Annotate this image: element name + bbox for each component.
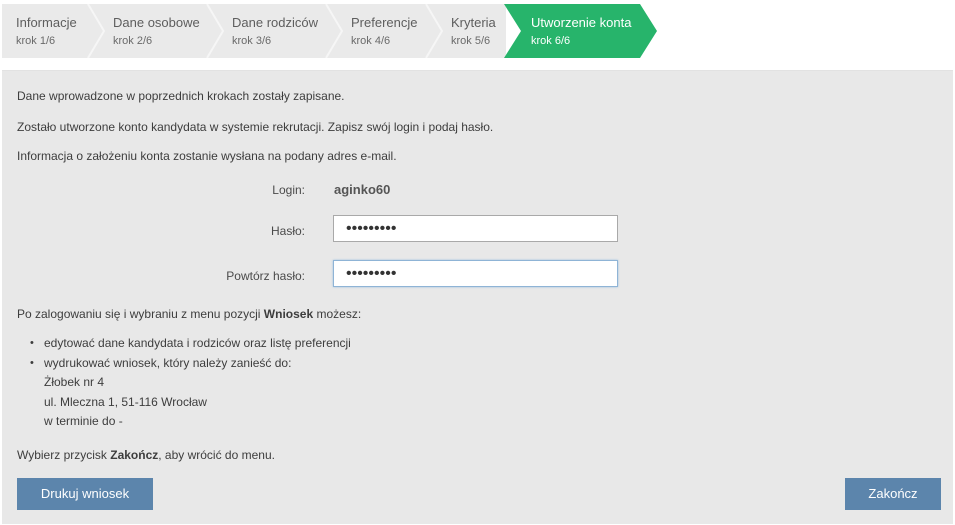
login-value: aginko60 — [334, 182, 391, 197]
nursery-name: Żłobek nr 4 — [44, 375, 105, 389]
step-separator — [206, 4, 225, 58]
list-item: edytować dane kandydata i rodziców oraz … — [30, 334, 351, 354]
step-title: Informacje — [16, 15, 77, 30]
intro-text-end: możesz: — [313, 307, 362, 321]
step-title: Dane rodziców — [232, 15, 318, 30]
password-confirm-label: Powtórz hasło: — [226, 269, 305, 283]
instructions-intro: Po zalogowaniu się i wybraniu z menu poz… — [17, 307, 361, 321]
step-subtitle: krok 1/6 — [16, 35, 56, 47]
step-subtitle: krok 4/6 — [351, 35, 391, 47]
nursery-address: ul. Mleczna 1, 51-116 Wrocław — [44, 394, 207, 409]
deadline: w terminie do - — [44, 414, 123, 428]
finish-text: Wybierz przycisk — [17, 448, 111, 462]
finish-bold-zakoncz: Zakończ — [110, 448, 159, 462]
step-separator — [325, 4, 344, 58]
password-label: Hasło: — [270, 224, 305, 238]
step-utworzenie-konta: Utworzenie konta krok 6/6 — [506, 4, 636, 58]
step-title: Dane osobowe — [113, 15, 200, 30]
finish-text-end: , aby wrócić do menu. — [158, 448, 275, 462]
step-subtitle: krok 3/6 — [232, 35, 272, 47]
list-item: wydrukować wniosek, który należy zanieść… — [30, 354, 351, 374]
finish-instruction: Wybierz przycisk Zakończ, aby wrócić do … — [17, 448, 275, 462]
password-confirm-field[interactable]: ••••••••• — [333, 260, 618, 287]
login-label: Login: — [272, 183, 305, 197]
step-informacje: Informacje krok 1/6 — [2, 4, 88, 58]
step-subtitle: krok 6/6 — [531, 35, 571, 47]
saved-message: Dane wprowadzone w poprzednich krokach z… — [17, 89, 345, 103]
wizard-steps: Informacje krok 1/6 Dane osobowe krok 2/… — [2, 4, 955, 58]
step-title: Kryteria — [451, 15, 496, 30]
password-field[interactable]: ••••••••• — [333, 215, 618, 242]
intro-text: Po zalogowaniu się i wybraniu z menu poz… — [17, 307, 264, 321]
step-dane-osobowe: Dane osobowe krok 2/6 — [106, 4, 207, 58]
step-subtitle: krok 5/6 — [451, 35, 491, 47]
step-title: Utworzenie konta — [531, 15, 632, 30]
intro-bold-wniosek: Wniosek — [263, 307, 314, 321]
step-separator — [425, 4, 444, 58]
email-info-message: Informacja o założeniu konta zostanie wy… — [17, 149, 397, 163]
step-title: Preferencje — [351, 15, 418, 30]
step-subtitle: krok 2/6 — [113, 35, 153, 47]
step-separator — [87, 4, 106, 58]
account-created-panel: Dane wprowadzone w poprzednich krokach z… — [2, 70, 953, 524]
options-list: edytować dane kandydata i rodziców oraz … — [30, 334, 351, 432]
print-application-button[interactable]: Drukuj wniosek — [17, 478, 153, 510]
finish-button[interactable]: Zakończ — [845, 478, 941, 510]
account-created-message: Zostało utworzone konto kandydata w syst… — [17, 120, 494, 134]
